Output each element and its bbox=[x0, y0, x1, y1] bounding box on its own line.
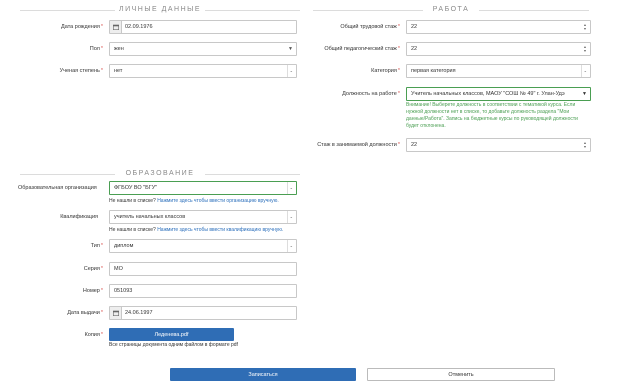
copy-hint: Все страницы документа одним файлом в фо… bbox=[109, 342, 238, 348]
position-exp-value: 22 bbox=[411, 142, 418, 148]
issue-date-field[interactable]: 24.06.1997 bbox=[109, 306, 297, 320]
caret-down-icon: ▼ bbox=[288, 46, 293, 52]
category-select[interactable]: первая категория ⌄ bbox=[406, 64, 591, 78]
birth-date-value: 02.09.1976 bbox=[125, 24, 153, 30]
type-value: диплом bbox=[114, 243, 134, 249]
position-select[interactable]: Учитель начальных классов, МАОУ "СОШ № 4… bbox=[406, 87, 591, 101]
submit-button[interactable]: Записаться bbox=[170, 368, 356, 381]
position-exp-input[interactable]: 22 ▲ ▼ bbox=[406, 138, 591, 152]
position-label: Должность на работе* bbox=[342, 91, 400, 97]
qualification-hint: Не нашли в списке? Нажмите здесь чтобы в… bbox=[109, 227, 284, 233]
issue-date-label: Дата выдачи* bbox=[67, 310, 103, 316]
total-exp-value: 22 bbox=[411, 24, 418, 30]
stepper-icon[interactable]: ▲ ▼ bbox=[582, 22, 588, 32]
section-title-personal: ЛИЧНЫЕ ДАННЫЕ bbox=[118, 6, 202, 13]
ped-exp-value: 22 bbox=[411, 46, 418, 52]
qualification-value: учитель начальных классов bbox=[114, 214, 186, 220]
type-select[interactable]: диплом ⌄ bbox=[109, 239, 297, 253]
chevron-down-icon: ⌄ bbox=[580, 65, 587, 77]
org-label: Образовательная организация bbox=[18, 185, 97, 191]
category-value: первая категория bbox=[411, 68, 456, 74]
file-upload-button[interactable]: Леденева.pdf bbox=[109, 328, 234, 341]
total-exp-input[interactable]: 22 ▲ ▼ bbox=[406, 20, 591, 34]
gender-label: Пол* bbox=[89, 46, 103, 52]
gender-select[interactable]: жен ▼ bbox=[109, 42, 297, 56]
org-value: ФГБОУ ВО "БГУ" bbox=[114, 185, 158, 191]
section-divider bbox=[205, 174, 300, 175]
section-title-education: ОБРАЗОВАНИЕ bbox=[125, 170, 195, 177]
org-manual-link[interactable]: Нажмите здесь чтобы ввести организацию в… bbox=[157, 198, 279, 204]
qualification-select[interactable]: учитель начальных классов ⌄ bbox=[109, 210, 297, 224]
chevron-down-icon: ⌄ bbox=[286, 211, 293, 223]
number-input[interactable]: 051093 bbox=[109, 284, 297, 298]
number-label: Номер* bbox=[82, 288, 103, 294]
calendar-icon[interactable] bbox=[110, 21, 122, 33]
section-divider bbox=[479, 10, 589, 11]
section-divider bbox=[20, 174, 115, 175]
section-divider bbox=[205, 10, 300, 11]
cancel-button[interactable]: Отменить bbox=[367, 368, 555, 381]
org-select[interactable]: ФГБОУ ВО "БГУ" ⌄ bbox=[109, 181, 297, 195]
chevron-down-icon: ⌄ bbox=[286, 182, 293, 194]
degree-label: Ученая степень* bbox=[59, 68, 103, 74]
series-value: МО bbox=[114, 266, 123, 272]
gender-value: жен bbox=[114, 46, 124, 52]
degree-value: нет bbox=[114, 68, 123, 74]
degree-select[interactable]: нет ⌄ bbox=[109, 64, 297, 78]
number-value: 051093 bbox=[114, 288, 133, 294]
birth-date-label: Дата рождения* bbox=[61, 24, 103, 30]
position-value: Учитель начальных классов, МАОУ "СОШ № 4… bbox=[411, 91, 565, 97]
section-divider bbox=[313, 10, 423, 11]
qualification-manual-link[interactable]: Нажмите здесь чтобы ввести квалификацию … bbox=[157, 227, 283, 233]
position-warning: Внимание! Выберете должность в соответст… bbox=[406, 102, 578, 129]
copy-label: Копия* bbox=[84, 332, 103, 338]
type-label: Тип* bbox=[90, 243, 103, 249]
org-hint: Не нашли в списке? Нажмите здесь чтобы в… bbox=[109, 198, 279, 204]
series-label: Серия* bbox=[83, 266, 103, 272]
calendar-icon[interactable] bbox=[110, 307, 122, 319]
chevron-down-icon: ⌄ bbox=[286, 240, 293, 252]
caret-down-icon: ▼ bbox=[582, 91, 587, 97]
total-exp-label: Общий трудовой стаж* bbox=[340, 24, 400, 30]
category-label: Категория* bbox=[371, 68, 400, 74]
chevron-down-icon: ⌄ bbox=[286, 65, 293, 77]
position-exp-label: Стаж в занимаемой должности* bbox=[317, 142, 400, 148]
ped-exp-label: Общий педагогический стаж* bbox=[324, 46, 400, 52]
section-divider bbox=[20, 10, 115, 11]
stepper-icon[interactable]: ▲ ▼ bbox=[582, 140, 588, 150]
stepper-icon[interactable]: ▲ ▼ bbox=[582, 44, 588, 54]
section-title-work: РАБОТА bbox=[432, 6, 470, 13]
ped-exp-input[interactable]: 22 ▲ ▼ bbox=[406, 42, 591, 56]
series-input[interactable]: МО bbox=[109, 262, 297, 276]
qualification-label: Квалификация bbox=[60, 214, 98, 220]
issue-date-value: 24.06.1997 bbox=[125, 310, 153, 316]
birth-date-field[interactable]: 02.09.1976 bbox=[109, 20, 297, 34]
